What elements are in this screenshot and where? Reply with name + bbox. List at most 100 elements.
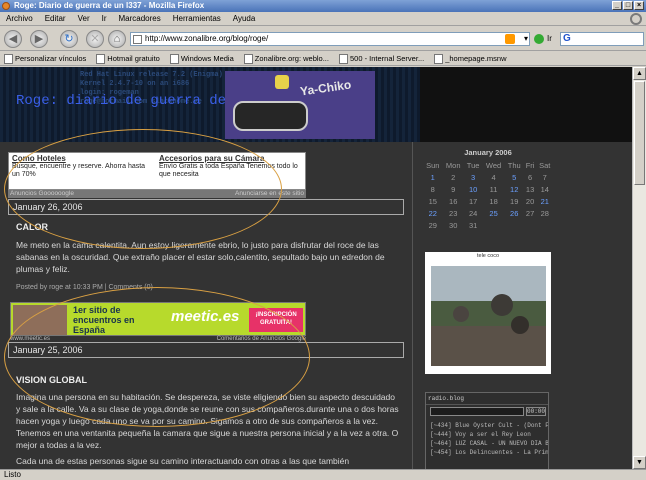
calendar-day-header: Sat — [539, 160, 551, 170]
calendar-grid: Sun Mon Tue Wed Thu Fri Sat 1 2 3 4 5 6 7 8 9 10 11 12 13 1… — [423, 159, 553, 231]
calendar-day: 30 — [449, 220, 458, 230]
calendar-day[interactable]: 26 — [505, 207, 524, 219]
sidebar: January 2006 Sun Mon Tue Wed Thu Fri Sat 12345… — [412, 142, 552, 469]
status-line: Kernel 2.4.7-10 on an i686 — [80, 80, 190, 88]
calendar-day: 24 — [468, 208, 478, 218]
post-footer[interactable]: Posted by roge at 10:33 PM | Comments (0… — [16, 284, 153, 291]
ad-hoteles[interactable]: Como Hoteles Busque, encuentre y reserve… — [12, 155, 152, 179]
back-button[interactable]: ◀ — [4, 30, 22, 48]
signup-badge[interactable]: ¡INSCRIPCIÓN GRATUITA! — [249, 308, 303, 332]
bookmark-homepage[interactable]: _homepage.msnw — [434, 52, 506, 65]
url-text: http://www.zonalibre.org/blog/roge/ — [145, 34, 269, 43]
calendar-day[interactable]: 22 — [423, 207, 443, 219]
calendar-day: 17 — [468, 196, 478, 206]
calendar-day — [536, 219, 553, 231]
vertical-scrollbar[interactable]: ▲ ▼ — [632, 67, 646, 469]
bookmark-zonalibre[interactable]: Zonalibre.org: weblo... — [244, 52, 329, 65]
menu-marcadores[interactable]: Marcadores — [119, 12, 161, 25]
radio-playlist: [~434] Blue Oyster Cult - (Dont Fear) Th… — [430, 421, 548, 457]
maximize-button[interactable]: □ — [623, 1, 633, 10]
calendar-day-header: Fri — [525, 160, 535, 170]
reload-button[interactable]: ↻ — [60, 30, 78, 48]
ads-footer: Anuncios Goooooogle Anunciarse en este s… — [8, 190, 306, 198]
calendar-day: 13 — [525, 184, 535, 194]
go-button[interactable]: Ir — [534, 31, 552, 47]
radio-time: 00:00 — [526, 407, 546, 416]
main-column: Como Hoteles Busque, encuentre y reserve… — [0, 142, 412, 469]
playlist-item[interactable]: [~444] Voy a ser el Rey Leon — [430, 430, 548, 439]
scroll-thumb[interactable] — [634, 81, 645, 185]
calendar-day[interactable]: 5 — [505, 171, 524, 183]
ad-text: Busque, encuentre y reserve. Ahorra hast… — [12, 163, 146, 178]
calendar-day[interactable]: 1 — [423, 171, 443, 183]
ad-title[interactable]: Accesorios para su Cámara — [159, 155, 299, 163]
menu-ir[interactable]: Ir — [102, 12, 107, 25]
calendar-day: 11 — [489, 184, 498, 194]
calendar-day: 8 — [430, 184, 435, 194]
page-content: Red Hat Linux release 7.2 (Enigma) Kerne… — [0, 67, 632, 469]
car-graphic — [233, 101, 308, 131]
calendar-day[interactable]: 3 — [464, 171, 483, 183]
status-line: Red Hat Linux release 7.2 (Enigma) — [80, 71, 223, 79]
calendar-day: 18 — [489, 196, 498, 206]
calendar-day[interactable]: 21 — [536, 195, 553, 207]
menu-archivo[interactable]: Archivo — [6, 12, 33, 25]
playlist-item[interactable]: [~454] Los Delincuentes - La Primavera T… — [430, 448, 548, 457]
scroll-down-icon[interactable]: ▼ — [633, 456, 646, 469]
bookmarks-toolbar: Personalizar vínculos Hotmail gratuito W… — [0, 52, 646, 66]
status-text: Listo — [4, 470, 21, 479]
calendar-day: 6 — [528, 172, 533, 182]
title-bar: Roge: Diario de guerra de un l337 - Mozi… — [0, 0, 646, 12]
calendar: January 2006 Sun Mon Tue Wed Thu Fri Sat 12345… — [423, 148, 553, 231]
close-button[interactable]: × — [634, 1, 644, 10]
ads-by-google-link[interactable]: Anuncios Goooooogle — [10, 190, 74, 198]
banner-text: 1er sitio de encuentros en España — [73, 305, 135, 335]
menu-ayuda[interactable]: Ayuda — [233, 12, 256, 25]
post-body: Me meto en la cama calentita. Aun estoy … — [16, 240, 385, 274]
calendar-day: 28 — [540, 208, 549, 218]
throbber-icon — [630, 13, 642, 25]
playlist-item[interactable]: [~434] Blue Oyster Cult - (Dont Fear) Th… — [430, 421, 548, 430]
menu-herramientas[interactable]: Herramientas — [173, 12, 221, 25]
calendar-day-header: Wed — [485, 160, 502, 170]
calendar-day — [482, 219, 504, 231]
post-body: Imagina una persona en su habitación. Se… — [16, 392, 399, 450]
advertise-link[interactable]: Anunciarse en este sitio — [235, 190, 304, 198]
url-bar[interactable]: http://www.zonalibre.org/blog/roge/ ▾ — [130, 32, 530, 46]
ad-title[interactable]: Como Hoteles — [12, 155, 152, 163]
home-button[interactable]: ⌂ — [108, 30, 126, 48]
calendar-day: 7 — [542, 172, 547, 182]
bookmark-windows-media[interactable]: Windows Media — [170, 52, 234, 65]
calendar-day[interactable]: 12 — [505, 183, 524, 195]
calendar-day: 4 — [491, 172, 496, 182]
bookmark-personalizar[interactable]: Personalizar vínculos — [4, 52, 86, 65]
minimize-button[interactable]: _ — [612, 1, 622, 10]
meetic-banner[interactable]: 1er sitio de encuentros en España meetic… — [10, 302, 306, 336]
radio-progress-bar[interactable] — [430, 407, 524, 416]
post-body: Cada una de estas personas sigue su cami… — [16, 456, 350, 466]
forward-button[interactable]: ▶ — [30, 30, 48, 48]
browser-window: Roge: Diario de guerra de un l337 - Mozi… — [0, 0, 646, 480]
banner-photo — [13, 305, 67, 335]
ad-camara[interactable]: Accesorios para su Cámara Envío Gratis a… — [159, 155, 299, 179]
chevron-down-icon[interactable]: ▾ — [524, 33, 528, 45]
stop-button[interactable]: ✕ — [86, 30, 104, 48]
calendar-day[interactable]: 10 — [464, 183, 483, 195]
bookmark-500[interactable]: 500 - Internal Server... — [339, 52, 424, 65]
calendar-day — [524, 219, 537, 231]
calendar-day: 16 — [449, 196, 458, 206]
rss-icon[interactable] — [505, 34, 515, 44]
calendar-day[interactable]: 25 — [482, 207, 504, 219]
radio-blog-widget: radio.blog 00:00 [~434] Blue Oyster Cult… — [425, 392, 549, 469]
search-input[interactable]: G — [560, 32, 644, 46]
menu-editar[interactable]: Editar — [45, 12, 66, 25]
calendar-day: 2 — [451, 172, 456, 182]
ad-text: Envío Gratis a toda España Tenemos todo … — [159, 163, 298, 178]
photo-image[interactable] — [431, 266, 546, 366]
bookmark-hotmail[interactable]: Hotmail gratuito — [96, 52, 160, 65]
playlist-item[interactable]: [~464] LUZ CASAL - UN NUEVO DIA BRILLARA — [430, 439, 548, 448]
scroll-up-icon[interactable]: ▲ — [633, 67, 646, 80]
menu-ver[interactable]: Ver — [78, 12, 90, 25]
calendar-day-header: Thu — [507, 160, 521, 170]
photo-widget[interactable]: tele coco — [425, 252, 551, 374]
